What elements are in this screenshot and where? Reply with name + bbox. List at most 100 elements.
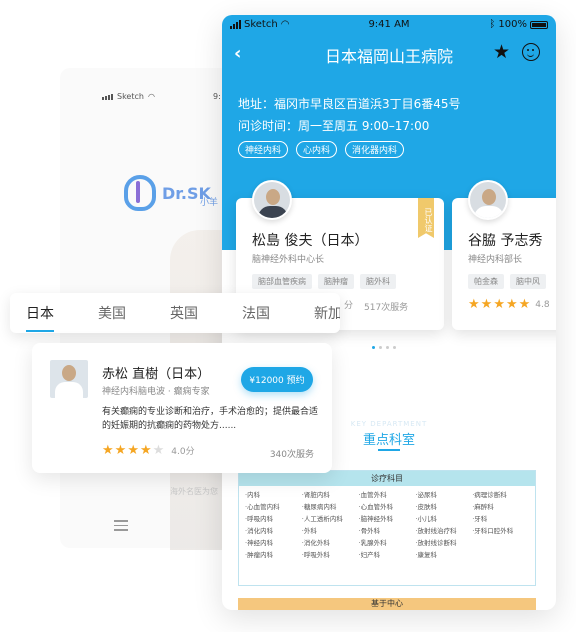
star-icon: ★ xyxy=(505,297,518,312)
doctor-rating: ★ ★ ★ ★ ★ 4.0分 xyxy=(102,444,195,457)
service-count: 517次服务 xyxy=(364,303,409,313)
department-tags: 神经内科 心内科 消化器内科 xyxy=(238,141,405,158)
signal-icon xyxy=(102,93,113,100)
doctor-tags: 脑部血管疾病 脑肿瘤 脑外科 xyxy=(252,274,396,289)
tab-usa[interactable]: 美国 xyxy=(98,303,126,323)
star-icon: ★ xyxy=(518,297,531,312)
department-tag[interactable]: 消化器内科 xyxy=(345,141,405,158)
department-item: ·消化内科 xyxy=(245,527,274,535)
rating-value: 4.8 xyxy=(535,299,550,310)
tab-france[interactable]: 法国 xyxy=(242,303,270,323)
doctor-name: 谷脇 予志秀 xyxy=(468,233,543,249)
department-item: ·乳腺外科 xyxy=(358,539,387,547)
tab-japan[interactable]: 日本 xyxy=(26,303,54,332)
doctor-card[interactable]: 谷脇 予志秀 神经内科部长 帕金森 脑中风 ★ ★ ★ ★ ★ 4.8 xyxy=(452,180,556,330)
doctor-detail-card[interactable]: 赤松 直樹（日本） 神经内科脑电波 · 癫痫专家 ¥12000 预约 有关癫痫的… xyxy=(32,343,332,473)
department-item: ·心血管内科 xyxy=(245,503,280,511)
book-button[interactable]: ¥12000 预约 xyxy=(241,367,313,392)
department-item: ·内科 xyxy=(245,491,261,499)
status-bar: Sketch ◠ 9:41 AM ᛒ 100% xyxy=(222,19,556,33)
customer-service-icon[interactable] xyxy=(522,43,540,61)
department-item: ·小儿科 xyxy=(415,515,437,523)
department-table: 诊疗科目 ·内科 ·肾脏内科 ·血管外科 ·泌尿科 ·病理诊断科 ·心血管内科 ·糖尿病内科… xyxy=(238,470,536,586)
department-item xyxy=(472,538,529,548)
table-header: 诊疗科目 xyxy=(239,471,535,486)
department-tag[interactable]: 心内科 xyxy=(296,141,338,158)
doctor-tags: 帕金森 脑中风 xyxy=(468,274,546,289)
logo-mark-icon xyxy=(124,175,156,211)
verified-badge: 已认证 xyxy=(418,198,434,238)
department-item: ·康复科 xyxy=(415,551,437,559)
department-item: ·放射线治疗科 xyxy=(415,527,457,535)
back-time: 9: xyxy=(213,92,221,101)
star-icon: ★ xyxy=(480,297,493,312)
back-footer-text: 海外名医为您 xyxy=(170,487,218,496)
department-item: ·外科 xyxy=(301,527,317,535)
department-item: ·肾脏内科 xyxy=(301,491,330,499)
department-item: ·骨外科 xyxy=(358,527,381,535)
wifi-icon: ◠ xyxy=(147,92,155,101)
favorite-star-icon[interactable]: ★ xyxy=(493,41,510,63)
department-item: ·血管外科 xyxy=(358,491,387,499)
star-icon: ★ xyxy=(152,443,165,458)
doctor-description: 有关癫痫的专业诊断和治疗，手术治愈的；提供最合适的妊娠期的抗癫痫的药物处方...… xyxy=(102,407,319,431)
department-item: ·神经内科 xyxy=(245,539,274,547)
department-item xyxy=(472,550,529,560)
doctor-rating: ★ ★ ★ ★ ★ 4.8 xyxy=(468,298,550,311)
department-item: ·放射线诊断科 xyxy=(415,539,457,547)
logo-subtitle: 小羊 xyxy=(200,198,219,208)
consultation-hours: 问诊时间：周一至周五 9:00–17:00 xyxy=(238,119,430,133)
department-tag[interactable]: 神经内科 xyxy=(238,141,289,158)
star-icon: ★ xyxy=(114,443,127,458)
battery-label: 100% xyxy=(498,19,527,30)
rating-value: 4.0分 xyxy=(171,447,195,457)
battery-icon xyxy=(530,20,548,29)
doctor-avatar xyxy=(468,180,508,220)
tab-singapore[interactable]: 新加 xyxy=(314,303,340,323)
department-item: ·皮肤科 xyxy=(415,503,437,511)
department-item: ·泌尿科 xyxy=(415,491,437,499)
department-item: ·牙科口腔外科 xyxy=(472,527,514,535)
department-grid: ·内科 ·肾脏内科 ·血管外科 ·泌尿科 ·病理诊断科 ·心血管内科 ·糖尿病内科 ·心血管外… xyxy=(239,486,535,564)
hospital-address: 地址：福冈市早良区百道浜3丁目6番45号 xyxy=(238,97,461,111)
department-item: ·妇产科 xyxy=(358,551,381,559)
doctor-title: 脑神经外科中心长 xyxy=(252,255,325,265)
department-item: ·糖尿病内科 xyxy=(301,503,337,511)
tab-uk[interactable]: 英国 xyxy=(170,303,198,323)
star-icon: ★ xyxy=(102,443,114,458)
star-icon: ★ xyxy=(468,297,480,312)
department-item: ·心血管外科 xyxy=(358,503,394,511)
back-carrier: Sketch xyxy=(117,92,144,101)
department-item: ·脑神经外科 xyxy=(358,515,394,523)
department-item: ·人工透析内科 xyxy=(301,515,343,523)
department-item: ·病理诊断科 xyxy=(472,491,507,499)
star-icon: ★ xyxy=(493,297,505,312)
specialty-tag: 脑肿瘤 xyxy=(318,274,354,289)
rating-value: 分 xyxy=(344,301,354,311)
department-item: ·肿瘤内科 xyxy=(245,551,274,559)
country-tabs: 日本 美国 英国 法国 新加 xyxy=(10,293,340,333)
back-status-bar: Sketch ◠ xyxy=(102,92,155,101)
star-icon: ★ xyxy=(139,443,152,458)
department-item: ·麻醉科 xyxy=(472,503,494,511)
center-bar: 基于中心 xyxy=(238,598,536,610)
nav-bar: ‹ 日本福岡山王病院 ★ xyxy=(222,41,556,66)
specialty-tag: 帕金森 xyxy=(468,274,504,289)
doctor-title: 神经内科部长 xyxy=(468,255,523,265)
bluetooth-icon: ᛒ xyxy=(489,19,496,30)
department-item: ·呼吸内科 xyxy=(245,515,274,523)
department-item: ·呼吸外科 xyxy=(301,551,330,559)
app-logo: Dr.SK xyxy=(124,175,211,211)
doctor-name: 赤松 直樹（日本） xyxy=(102,367,211,382)
specialty-tag: 脑外科 xyxy=(360,274,396,289)
doctor-avatar xyxy=(252,180,292,220)
specialty-tag: 脑中风 xyxy=(510,274,546,289)
section-underline xyxy=(378,449,400,451)
menu-icon[interactable] xyxy=(114,520,128,534)
star-icon: ★ xyxy=(127,443,139,458)
doctor-photo xyxy=(50,360,88,398)
department-item: ·消化外科 xyxy=(301,539,330,547)
showcase-canvas: Sketch ◠ 9: Dr.SK 小羊 海外名医为您 Sketch ◠ 9:4… xyxy=(0,0,576,632)
carousel-dots xyxy=(372,346,396,349)
doctor-name: 松島 俊夫（日本） xyxy=(252,233,369,249)
